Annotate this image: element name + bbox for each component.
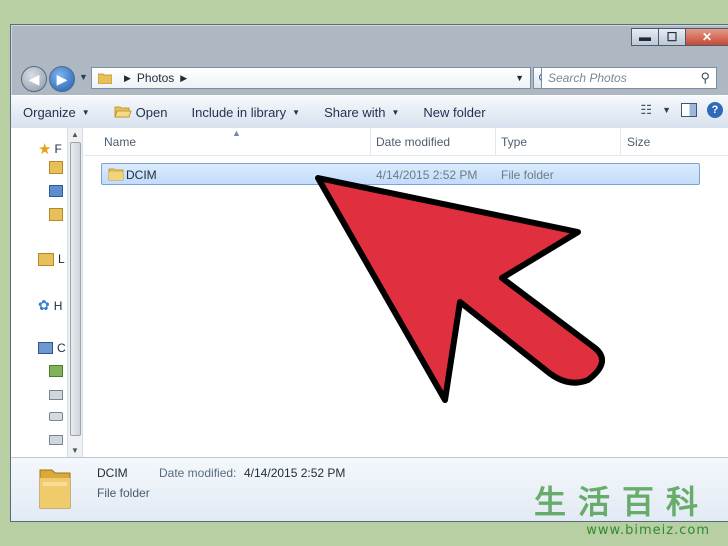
include-in-library-menu[interactable]: Include in library ▼ [179, 105, 312, 120]
scroll-up-icon[interactable]: ▲ [71, 130, 79, 139]
chevron-down-icon: ▼ [292, 107, 301, 117]
new-folder-label: New folder [423, 104, 486, 120]
nav-item-computer[interactable]: C [38, 341, 66, 355]
sort-ascending-icon: ▲ [232, 128, 241, 138]
open-button[interactable]: Open [102, 105, 180, 120]
removable-drive-icon [49, 412, 63, 421]
nav-item-label: C [57, 341, 66, 355]
forward-arrow-icon: ▶ [56, 70, 68, 87]
nav-item-label: F [54, 142, 62, 156]
breadcrumb-separator-icon: ▶ [124, 72, 131, 83]
address-row: ◀ ▶ ▼ ▶ Photos ▶ ▼ ⟳ Search Photos ⚲ [11, 65, 728, 93]
open-folder-icon [114, 106, 132, 118]
folder-icon [98, 73, 112, 84]
title-bar: ▬ ☐ ✕ [11, 25, 728, 63]
address-bar[interactable]: ▶ Photos ▶ ▼ [91, 67, 531, 89]
column-divider[interactable] [370, 128, 371, 155]
column-header-size[interactable]: Size [627, 135, 650, 149]
command-bar: Organize ▼ Open Include in library ▼ Share… [11, 95, 728, 129]
desktop-icon [49, 185, 63, 197]
breadcrumb-photos[interactable]: Photos [137, 71, 174, 85]
organize-label: Organize [23, 104, 76, 120]
nav-item-label: L [58, 252, 65, 266]
favorites-star-icon: ★ [38, 141, 52, 158]
content-area: ★ F L ✿ H C ▲ ▼ ▲ Name Date modified Typ… [11, 128, 728, 457]
chevron-down-icon: ▼ [391, 107, 400, 117]
nav-item-homegroup[interactable]: ✿ H [38, 297, 62, 314]
search-icon[interactable]: ⚲ [700, 70, 710, 86]
watermark: 生活百科 www.bimeiz.com [530, 477, 710, 538]
column-divider[interactable] [495, 128, 496, 155]
libraries-icon [38, 252, 54, 266]
view-chevron-down-icon[interactable]: ▼ [662, 105, 671, 115]
details-name: DCIM [97, 466, 128, 480]
navigation-pane: ★ F L ✿ H C [11, 128, 68, 457]
drive-icon [49, 365, 63, 377]
file-type: File folder [501, 168, 554, 182]
column-header-row: ▲ Name Date modified Type Size [82, 128, 728, 156]
nav-pane-scrollbar[interactable]: ▲ ▼ [67, 128, 83, 457]
details-date-value: 4/14/2015 2:52 PM [244, 466, 346, 480]
recent-pages-dropdown[interactable]: ▼ [79, 72, 88, 82]
view-controls: ☷ ▼ ? [640, 102, 723, 118]
network-drive-icon [49, 390, 63, 400]
include-in-library-label: Include in library [191, 104, 287, 120]
downloads-folder-icon [49, 161, 63, 174]
recent-places-icon [49, 208, 63, 221]
back-arrow-icon: ◀ [28, 70, 40, 87]
column-divider[interactable] [620, 128, 621, 155]
scrollbar-thumb[interactable] [70, 142, 81, 436]
details-type: File folder [97, 486, 150, 500]
nav-item-libraries[interactable]: L [38, 252, 65, 266]
minimize-button[interactable]: ▬ [631, 28, 659, 46]
details-date-label: Date modified: [159, 466, 237, 480]
column-header-date-modified[interactable]: Date modified [376, 135, 450, 149]
breadcrumb-separator-icon[interactable]: ▶ [180, 73, 187, 84]
caption-buttons: ▬ ☐ ✕ [631, 28, 728, 46]
nav-item-desktop[interactable] [49, 185, 67, 197]
forward-button[interactable]: ▶ [49, 66, 75, 92]
nav-item-network-drive[interactable] [49, 390, 67, 400]
column-header-type[interactable]: Type [501, 135, 527, 149]
search-placeholder: Search Photos [548, 71, 627, 85]
maximize-button[interactable]: ☐ [658, 28, 686, 46]
new-folder-button[interactable]: New folder [411, 105, 497, 120]
nav-item-network-drive-2[interactable] [49, 435, 67, 445]
view-options-icon[interactable]: ☷ [640, 102, 652, 118]
watermark-url: www.bimeiz.com [586, 523, 710, 538]
folder-icon [108, 168, 124, 181]
organize-menu[interactable]: Organize ▼ [11, 105, 102, 120]
open-label: Open [135, 104, 168, 120]
homegroup-icon: ✿ [38, 297, 50, 313]
nav-item-label: H [53, 298, 63, 313]
watermark-chars: 生活百科 [533, 483, 710, 521]
file-list: ▲ Name Date modified Type Size DCIM 4/14… [82, 128, 728, 457]
file-name[interactable]: DCIM [126, 168, 157, 182]
chevron-down-icon: ▼ [81, 107, 90, 117]
search-input[interactable]: Search Photos ⚲ [541, 67, 717, 89]
back-button[interactable]: ◀ [21, 66, 47, 92]
scroll-down-icon[interactable]: ▼ [71, 446, 79, 455]
nav-item-downloads[interactable] [49, 161, 67, 174]
nav-item-drive[interactable] [49, 365, 67, 377]
network-drive-icon [49, 435, 63, 445]
file-row-dcim[interactable]: DCIM 4/14/2015 2:52 PM File folder [101, 163, 700, 185]
share-with-label: Share with [324, 104, 386, 120]
file-date-modified: 4/14/2015 2:52 PM [376, 168, 478, 182]
preview-pane-icon[interactable] [681, 103, 697, 117]
nav-item-recent-places[interactable] [49, 208, 67, 221]
nav-item-favorites[interactable]: ★ F [38, 140, 62, 158]
close-button[interactable]: ✕ [685, 28, 728, 46]
help-icon[interactable]: ? [707, 102, 723, 118]
nav-item-removable-drive[interactable] [49, 412, 67, 421]
share-with-menu[interactable]: Share with ▼ [312, 105, 411, 120]
computer-icon [38, 342, 53, 354]
address-dropdown-icon[interactable]: ▼ [515, 73, 524, 83]
column-header-name[interactable]: Name [104, 135, 136, 149]
explorer-window: ▬ ☐ ✕ ◀ ▶ ▼ ▶ Photos ▶ ▼ ⟳ Search Photos… [10, 24, 728, 522]
folder-large-icon [39, 469, 71, 509]
